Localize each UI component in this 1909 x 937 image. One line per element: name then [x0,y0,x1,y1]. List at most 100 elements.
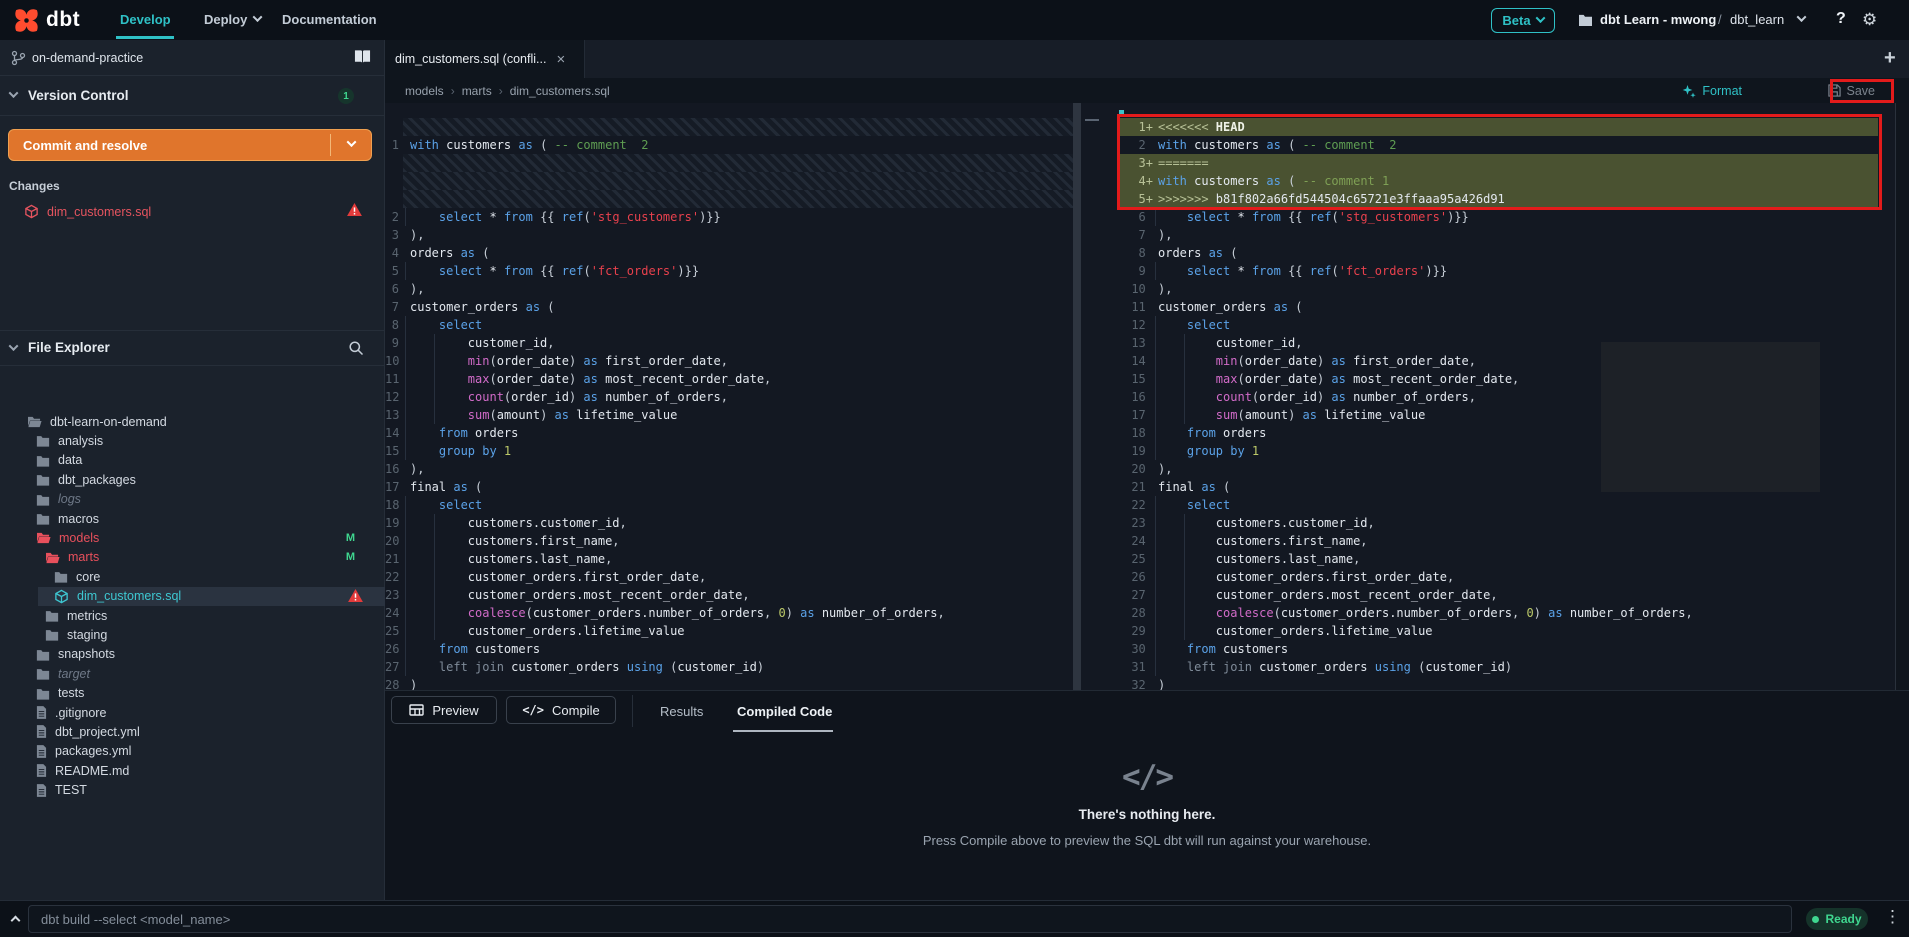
tree-item-test[interactable]: TEST [0,781,385,800]
commit-and-resolve-button[interactable]: Commit and resolve [8,129,372,161]
code-line[interactable]: 16), [385,460,1073,478]
code-line[interactable]: 1with customers as ( -- comment 2 [385,136,1073,154]
code-line[interactable]: 25 customers.last_name, [1081,550,1895,568]
format-button[interactable]: Format [1682,78,1742,103]
tree-item-tests[interactable]: tests [0,684,385,703]
code-line[interactable]: 3+======= [1081,154,1895,172]
code-line[interactable]: 12 count(order_id) as number_of_orders, [385,388,1073,406]
code-line[interactable]: 10 min(order_date) as first_order_date, [385,352,1073,370]
tree-item-readme-md[interactable]: README.md [0,761,385,780]
code-line[interactable]: 24 customers.first_name, [1081,532,1895,550]
code-line[interactable]: 10 ), [1081,280,1895,298]
code-line[interactable]: 25 customer_orders.lifetime_value [385,622,1073,640]
code-line[interactable]: 27 left join customer_orders using (cust… [385,658,1073,676]
code-line[interactable]: 2 with customers as ( -- comment 2 [1081,136,1895,154]
code-line[interactable]: 31 left join customer_orders using (cust… [1081,658,1895,676]
commit-options-chevron-icon[interactable] [331,143,371,147]
code-line[interactable]: 6 select * from {{ ref('stg_customers')}… [1081,208,1895,226]
code-line[interactable]: 7 ), [1081,226,1895,244]
compile-button[interactable]: </> Compile [506,696,616,724]
code-line[interactable]: 20 customers.first_name, [385,532,1073,550]
project-name[interactable]: dbt Learn - mwong [1600,12,1716,27]
code-line[interactable]: 5 select * from {{ ref('fct_orders')}} [385,262,1073,280]
editor-split-sash[interactable] [1073,103,1081,690]
code-line[interactable]: 11 customer_orders as ( [1081,298,1895,316]
tree-item-analysis[interactable]: analysis [0,431,385,450]
tree-item-snapshots[interactable]: snapshots [0,645,385,664]
code-line[interactable]: 18 select [385,496,1073,514]
code-line[interactable]: 4orders as ( [385,244,1073,262]
tree-item-packages-yml[interactable]: packages.yml [0,742,385,761]
file-search-icon[interactable] [348,340,364,356]
preview-button[interactable]: Preview [391,696,497,724]
tree-item-macros[interactable]: macros [0,509,385,528]
command-kebab-menu-icon[interactable]: ⋮ [1884,907,1901,927]
code-line[interactable]: 26 from customers [385,640,1073,658]
tree-item-target[interactable]: target [0,664,385,683]
branch-row[interactable]: on-demand-practice [0,40,385,76]
command-input[interactable] [28,905,1792,933]
save-button[interactable]: Save [1828,78,1876,103]
code-line[interactable]: 8 orders as ( [1081,244,1895,262]
code-line[interactable]: 21 customers.last_name, [385,550,1073,568]
code-line[interactable]: 3), [385,226,1073,244]
help-icon[interactable]: ? [1836,10,1846,28]
docs-book-icon[interactable] [354,49,371,64]
tree-item--gitignore[interactable]: .gitignore [0,703,385,722]
tree-item-logs[interactable]: logs [0,490,385,509]
code-line[interactable]: 19 customers.customer_id, [385,514,1073,532]
code-line[interactable]: 2 select * from {{ ref('stg_customers')}… [385,208,1073,226]
code-line[interactable]: 28 coalesce(customer_orders.number_of_or… [1081,604,1895,622]
project-branch[interactable]: dbt_learn [1730,12,1784,27]
tab-develop[interactable]: Develop [120,12,171,27]
code-line[interactable]: 7customer_orders as ( [385,298,1073,316]
breadcrumb-models[interactable]: models [405,84,444,98]
dbt-logo-icon[interactable] [13,7,40,34]
code-line[interactable]: 8 select [385,316,1073,334]
tab-close-icon[interactable]: × [556,52,565,67]
code-line[interactable]: 5+>>>>>>> b81f802a66fd544504c65721e3ffaa… [1081,190,1895,208]
code-line[interactable]: 23 customers.customer_id, [1081,514,1895,532]
code-line[interactable]: 12 select [1081,316,1895,334]
code-line[interactable]: 32 ) [1081,676,1895,690]
code-line[interactable]: 4+with customers as ( -- comment 1 [1081,172,1895,190]
code-line[interactable]: 22 select [1081,496,1895,514]
tree-item-metrics[interactable]: metrics [0,606,385,625]
tree-item-core[interactable]: core [0,567,385,586]
tree-item-models[interactable]: modelsM [0,528,385,547]
tree-item-dbt-packages[interactable]: dbt_packages [0,470,385,489]
code-line[interactable]: 24 coalesce(customer_orders.number_of_or… [385,604,1073,622]
code-line[interactable]: 6), [385,280,1073,298]
tab-compiled-code[interactable]: Compiled Code [737,691,832,731]
editor-pane-left[interactable]: 1with customers as ( -- comment 2 2 selec… [385,103,1073,690]
code-line[interactable]: 23 customer_orders.most_recent_order_dat… [385,586,1073,604]
changed-file-row[interactable]: dim_customers.sql [24,204,151,219]
tab-deploy[interactable]: Deploy [204,12,247,27]
tree-item-dim-customers-sql[interactable]: dim_customers.sql [0,587,385,606]
tab-results[interactable]: Results [660,691,703,731]
code-line[interactable]: 28) [385,676,1073,690]
code-line[interactable]: 15 group by 1 [385,442,1073,460]
tree-item-dbt-learn-on-demand[interactable]: dbt-learn-on-demand [0,412,385,431]
code-line[interactable]: 30 from customers [1081,640,1895,658]
version-control-header[interactable]: Version Control 1 [0,76,385,116]
code-line[interactable]: 14 from orders [385,424,1073,442]
code-line[interactable]: 13 sum(amount) as lifetime_value [385,406,1073,424]
file-explorer-header[interactable]: File Explorer [0,330,385,366]
tab-dim-customers[interactable]: dim_customers.sql (confli... × [385,40,585,78]
code-line[interactable]: 11 max(order_date) as most_recent_order_… [385,370,1073,388]
code-line[interactable]: 26 customer_orders.first_order_date, [1081,568,1895,586]
tab-documentation[interactable]: Documentation [282,12,377,27]
code-line[interactable]: 29 customer_orders.lifetime_value [1081,622,1895,640]
code-line[interactable]: 9 select * from {{ ref('fct_orders')}} [1081,262,1895,280]
tree-item-data[interactable]: data [0,451,385,470]
code-line[interactable]: 1+<<<<<<< HEAD [1081,118,1895,136]
tree-item-marts[interactable]: martsM [0,548,385,567]
breadcrumb-file[interactable]: dim_customers.sql [510,84,610,98]
code-line[interactable]: 27 customer_orders.most_recent_order_dat… [1081,586,1895,604]
tree-item-staging[interactable]: staging [0,625,385,644]
editor-scrollbar-strip[interactable] [1895,103,1909,690]
breadcrumb-marts[interactable]: marts [462,84,492,98]
new-tab-plus-icon[interactable]: + [1884,47,1896,70]
settings-gear-icon[interactable]: ⚙ [1862,10,1877,30]
